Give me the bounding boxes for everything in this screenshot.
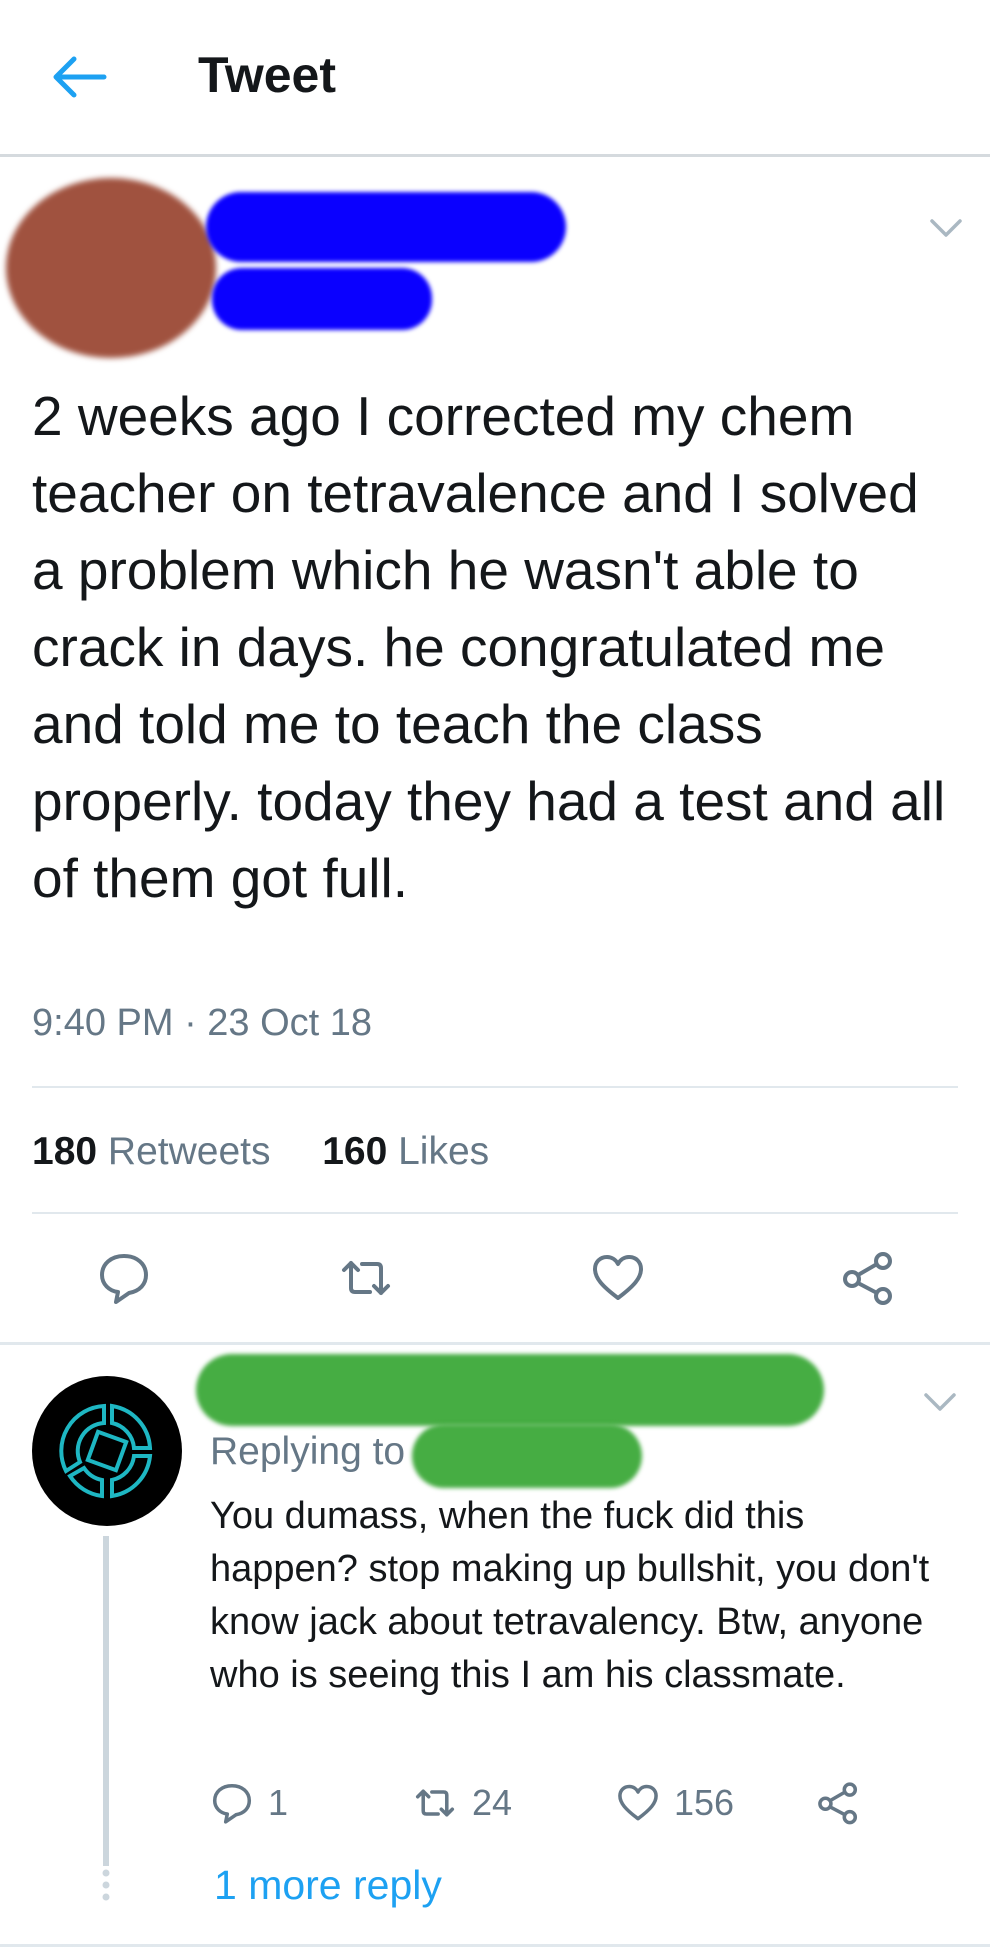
likes-label: Likes	[398, 1130, 490, 1173]
like-count: 156	[674, 1782, 735, 1823]
reply-author-name-redaction	[196, 1354, 824, 1426]
page-title: Tweet	[198, 47, 336, 103]
like-icon[interactable]	[590, 1250, 646, 1306]
reply-reply-button[interactable]: 1	[210, 1780, 288, 1826]
chevron-down-icon[interactable]	[922, 1390, 958, 1414]
reply-icon	[212, 1783, 252, 1824]
more-replies-link[interactable]: 1 more reply	[214, 1862, 442, 1909]
reply-share-button[interactable]	[816, 1780, 874, 1826]
retweet-icon	[415, 1789, 455, 1817]
author-avatar[interactable]	[6, 178, 216, 358]
retweets-count: 180	[32, 1130, 98, 1173]
circular-logo-icon	[59, 1403, 153, 1499]
reply-retweet-button[interactable]: 24	[412, 1780, 512, 1826]
retweet-count: 24	[472, 1782, 513, 1823]
thread-line	[103, 1536, 109, 1866]
top-bar: Tweet	[0, 0, 990, 157]
replying-to-label: Replying to	[210, 1430, 406, 1473]
retweets-label: Retweets	[107, 1130, 271, 1173]
divider	[32, 1086, 958, 1088]
like-icon	[618, 1784, 658, 1821]
back-arrow-icon[interactable]	[48, 52, 108, 102]
author-name-redaction	[206, 192, 566, 262]
tweet-text: 2 weeks ago I corrected my chem teacher …	[32, 385, 946, 909]
chevron-down-icon[interactable]	[928, 216, 964, 240]
reply-icon[interactable]	[96, 1250, 152, 1306]
retweet-icon[interactable]	[338, 1250, 394, 1306]
reply-text: You dumass, when the fuck did this happe…	[210, 1495, 930, 1696]
reply-author-avatar[interactable]	[32, 1376, 182, 1526]
likes-count: 160	[322, 1130, 388, 1173]
tweet-timestamp: 9:40 PM · 23 Oct 18	[32, 1002, 373, 1044]
author-handle-redaction	[212, 268, 432, 330]
divider	[32, 1212, 958, 1214]
retweet-stat[interactable]: 180 Retweets	[32, 1130, 271, 1173]
share-icon[interactable]	[840, 1250, 896, 1306]
reply-count: 1	[268, 1782, 289, 1823]
tweet-stats: 180 Retweets 160 Likes	[32, 1130, 489, 1174]
thread-dots-icon	[102, 1869, 110, 1901]
section-divider	[0, 1342, 990, 1345]
reply-handle-redaction	[412, 1424, 642, 1488]
like-stat[interactable]: 160 Likes	[322, 1130, 489, 1173]
divider	[0, 1944, 990, 1947]
share-icon	[818, 1782, 858, 1825]
reply-like-button[interactable]: 156	[616, 1780, 734, 1826]
